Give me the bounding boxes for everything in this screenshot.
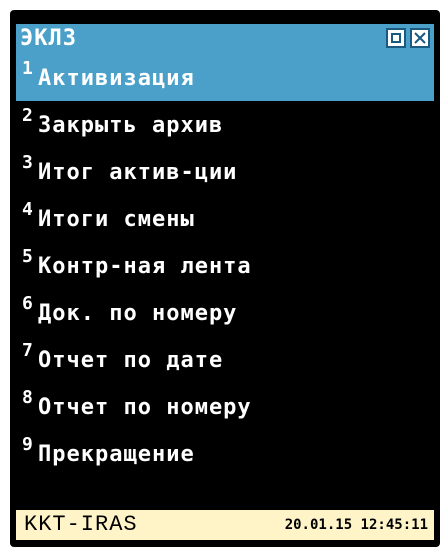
menu-item-label: Отчет по дате bbox=[38, 348, 224, 373]
menu-item-number: 5 bbox=[22, 246, 33, 267]
menu-item-number: 2 bbox=[22, 105, 33, 126]
menu-item-label: Итоги смены bbox=[38, 207, 195, 232]
menu-item-label: Итог актив-ции bbox=[38, 160, 238, 185]
close-icon bbox=[414, 32, 426, 44]
menu-item-label: Прекращение bbox=[38, 442, 195, 467]
menu-item-number: 3 bbox=[22, 152, 33, 173]
menu-item-label: Контр-ная лента bbox=[38, 254, 252, 279]
menu-item-5[interactable]: 5 Контр-ная лента bbox=[16, 242, 434, 289]
window-title: ЭКЛЗ bbox=[20, 26, 77, 51]
menu-item-number: 7 bbox=[22, 340, 33, 361]
menu-item-9[interactable]: 9 Прекращение bbox=[16, 430, 434, 477]
menu-list: 1 Активизация 2 Закрыть архив 3 Итог акт… bbox=[16, 54, 434, 477]
status-bar: KKT-IRAS 20.01.15 12:45:11 bbox=[16, 510, 434, 540]
device-screen: ЭКЛЗ 1 Активизация 2 Закрыть архив 3 Ито… bbox=[10, 10, 440, 547]
menu-item-1[interactable]: 1 Активизация bbox=[16, 54, 434, 101]
menu-item-4[interactable]: 4 Итоги смены bbox=[16, 195, 434, 242]
title-bar: ЭКЛЗ bbox=[16, 24, 434, 54]
menu-item-label: Активизация bbox=[38, 66, 195, 91]
menu-item-7[interactable]: 7 Отчет по дате bbox=[16, 336, 434, 383]
menu-item-label: Закрыть архив bbox=[38, 113, 224, 138]
options-icon bbox=[391, 33, 401, 43]
menu-item-number: 6 bbox=[22, 293, 33, 314]
menu-item-6[interactable]: 6 Док. по номеру bbox=[16, 289, 434, 336]
menu-item-label: Док. по номеру bbox=[38, 301, 238, 326]
menu-item-2[interactable]: 2 Закрыть архив bbox=[16, 101, 434, 148]
menu-item-number: 4 bbox=[22, 199, 33, 220]
date-time: 20.01.15 12:45:11 bbox=[284, 517, 428, 533]
menu-item-number: 1 bbox=[22, 58, 33, 79]
device-name: KKT-IRAS bbox=[24, 512, 138, 537]
menu-item-number: 8 bbox=[22, 387, 33, 408]
menu-item-3[interactable]: 3 Итог актив-ции bbox=[16, 148, 434, 195]
menu-item-label: Отчет по номеру bbox=[38, 395, 252, 420]
menu-item-8[interactable]: 8 Отчет по номеру bbox=[16, 383, 434, 430]
menu-item-number: 9 bbox=[22, 434, 33, 455]
close-button[interactable] bbox=[410, 28, 430, 48]
options-button[interactable] bbox=[386, 28, 406, 48]
